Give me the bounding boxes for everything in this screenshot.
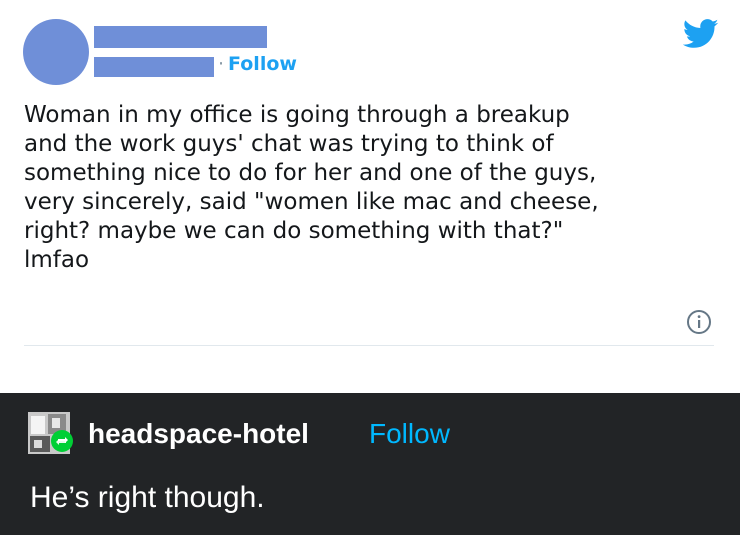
tweet-text-line: very sincerely, said "women like mac and… (24, 189, 599, 215)
tweet-card: · Follow Woman in my office is going thro… (0, 0, 740, 393)
follow-button[interactable]: Follow (369, 418, 450, 450)
redacted-avatar[interactable] (23, 19, 89, 85)
tweet-text-line: and the work guys' chat was trying to th… (24, 131, 554, 157)
tweet-text-line: something nice to do for her and one of … (24, 160, 597, 186)
tumblr-reblog: headspace-hotel Follow He’s right though… (0, 393, 740, 535)
tweet-text-line: right? maybe we can do something with th… (24, 218, 564, 244)
follow-button[interactable]: Follow (228, 53, 297, 75)
reblog-icon (51, 430, 73, 452)
tweet-text-line: lmfao (24, 247, 90, 273)
info-icon[interactable] (686, 309, 712, 335)
tweet-divider (24, 345, 714, 346)
tweet-text: Woman in my office is going through a br… (24, 101, 714, 275)
follow-separator: · (218, 53, 225, 75)
reply-text: He’s right though. (30, 481, 265, 514)
redacted-handle (94, 57, 214, 77)
username-link[interactable]: headspace-hotel (88, 418, 309, 450)
tweet-follow: · Follow (218, 53, 297, 75)
redacted-display-name (94, 26, 267, 48)
twitter-bird-icon[interactable] (683, 19, 719, 49)
tweet-text-line: Woman in my office is going through a br… (24, 102, 570, 128)
